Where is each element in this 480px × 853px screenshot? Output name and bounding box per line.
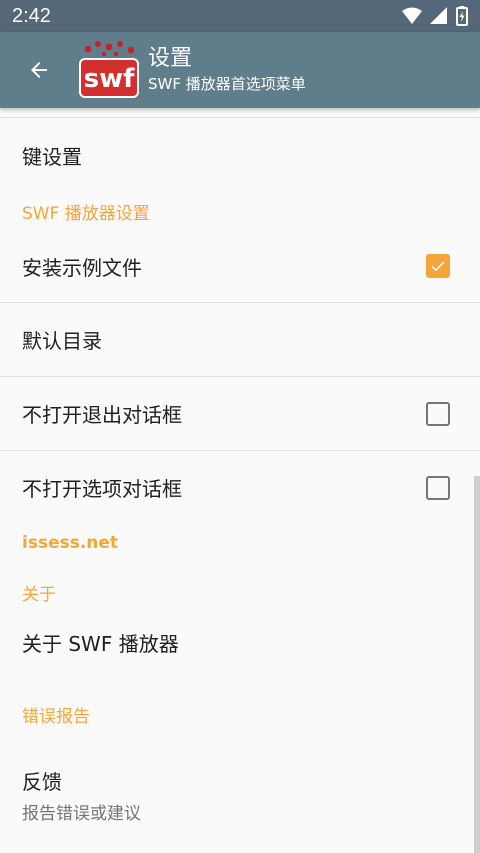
status-bar: 2:42 [0,0,480,32]
section-header-swf-settings: SWF 播放器设置 [22,203,150,224]
pref-default-directory-label: 默认目录 [22,329,102,353]
pref-key-settings[interactable]: 键设置 [0,118,480,192]
section-header-about: 关于 [22,584,56,605]
page-subtitle: SWF 播放器首选项菜单 [148,75,306,93]
no-exit-dialog-checkbox[interactable] [426,401,450,426]
status-icons [402,6,468,26]
pref-no-exit-dialog-label: 不打开退出对话框 [22,403,182,427]
pref-feedback-summary: 报告错误或建议 [22,804,141,824]
no-options-dialog-checkbox[interactable] [426,475,450,500]
page-title: 设置 [148,46,193,71]
pref-no-exit-dialog[interactable]: 不打开退出对话框 [0,377,480,450]
swf-logo: swf [78,39,140,101]
section-header-issess: issess.net [22,533,119,553]
check-icon [431,261,445,272]
scrollbar[interactable] [474,476,480,853]
logo-text: swf [84,64,135,94]
signal-icon [430,7,447,24]
section-header-bug-report: 错误报告 [22,706,90,727]
pref-install-samples[interactable]: 安装示例文件 [0,230,480,302]
pref-key-settings-label: 键设置 [22,144,82,169]
pref-feedback[interactable]: 反馈 报告错误或建议 [0,766,480,824]
app-bar-titles: 设置 SWF 播放器首选项菜单 [148,46,306,94]
settings-list: 键设置 SWF 播放器设置 安装示例文件 默认目录 不打开退出对话框 不打开选项… [0,108,480,824]
install-samples-checkbox[interactable] [426,254,450,278]
status-time: 2:42 [12,4,51,27]
pref-no-options-dialog[interactable]: 不打开选项对话框 [0,451,480,524]
wifi-icon [402,7,422,24]
back-button[interactable] [0,32,78,108]
pref-feedback-label: 反馈 [22,770,62,794]
app-bar: swf 设置 SWF 播放器首选项菜单 [0,32,480,108]
pref-no-options-dialog-label: 不打开选项对话框 [22,477,182,501]
battery-charging-icon [456,6,468,26]
pref-about-swf-player-label: 关于 SWF 播放器 [22,631,179,656]
pref-install-samples-label: 安装示例文件 [22,255,142,280]
pref-about-swf-player[interactable]: 关于 SWF 播放器 [0,622,480,662]
arrow-back-icon [31,62,47,78]
pref-default-directory[interactable]: 默认目录 [0,303,480,376]
